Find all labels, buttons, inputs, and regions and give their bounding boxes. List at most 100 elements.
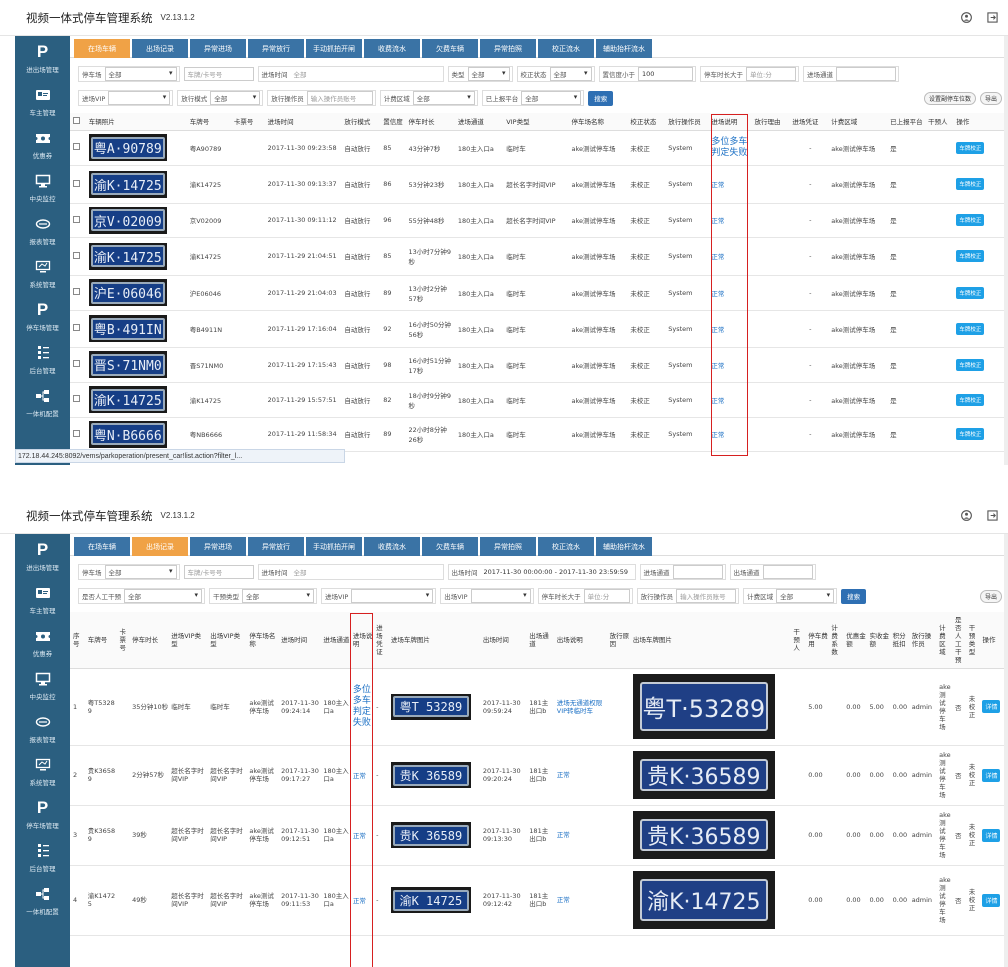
plate-correct-button[interactable]: 车牌校正 <box>956 214 985 226</box>
entry-note-link[interactable]: 正常 <box>711 397 724 405</box>
entry-note-link[interactable]: 正常 <box>711 326 724 334</box>
plate-correct-button[interactable]: 车牌校正 <box>956 286 985 299</box>
sidebar-item-system[interactable]: 系统管理 <box>15 749 70 792</box>
table-row[interactable]: 晋S·71NM0 晋S71NM0 2017-11-29 17:15:43 自动放行 98… <box>70 347 1004 383</box>
table-row[interactable]: 粤A·90789 粤A90789 2017-11-30 09:23:58 自动放行 85… <box>70 130 1004 166</box>
detail-button[interactable]: 详情 <box>982 700 1001 713</box>
exit-time-input[interactable]: 2017-11-30 00:00:00 - 2017-11-30 23:59:5… <box>480 565 633 579</box>
entry-time-input[interactable]: 全部 <box>290 67 441 81</box>
tab-abnormal-entry[interactable]: 异常进场 <box>190 537 246 556</box>
plate-photo[interactable]: 粤B·491IN <box>88 315 167 342</box>
gate-in-input[interactable] <box>672 565 723 579</box>
sidebar-item-device[interactable]: 一体机配置 <box>15 380 70 423</box>
entry-note-link[interactable]: 正常 <box>353 897 366 905</box>
duration-input[interactable]: 单位:分 <box>583 589 630 603</box>
plate-photo[interactable]: 渝K·14725 <box>88 242 167 270</box>
table-row[interactable]: 渝K·14725 渝K14725 2017-11-30 09:13:37 自动放行 86… <box>70 165 1004 204</box>
entry-plate-photo[interactable]: 粤T 53289 <box>390 693 471 720</box>
entry-plate-photo[interactable]: 渝K 14725 <box>390 887 471 913</box>
sidebar-item-entry-exit[interactable]: P 进出场管理 <box>15 36 70 79</box>
entry-note-link[interactable]: 正常 <box>353 772 366 780</box>
plate-correct-button[interactable]: 车牌校正 <box>956 358 985 371</box>
plate-photo[interactable]: 沪E·06046 <box>88 279 167 306</box>
tab-abnormal-photo[interactable]: 异常拍照 <box>480 537 536 556</box>
tab-abnormal-release[interactable]: 异常放行 <box>248 537 304 556</box>
table-row[interactable]: 渝K·14725 渝K14725 2017-11-29 21:04:51 自动放行 85… <box>70 237 1004 276</box>
sidebar-item-parking-lot[interactable]: P 停车场管理 <box>15 294 70 337</box>
detail-button[interactable]: 详情 <box>982 828 1001 842</box>
tab-present-cars[interactable]: 在场车辆 <box>74 537 130 556</box>
plate-correct-button[interactable]: 车牌校正 <box>956 178 985 190</box>
exit-plate-photo[interactable]: 渝K·14725 <box>632 871 775 929</box>
entry-note-link[interactable]: 多位多车判定失败 <box>353 685 371 728</box>
table-row[interactable]: 3 贵K36589 39秒 超长名字时间VIP 超长名字时间VIP ake测试停车场 201… <box>70 805 1004 866</box>
sidebar-item-backend[interactable]: 后台管理 <box>15 835 70 878</box>
logout-icon[interactable] <box>986 509 998 521</box>
row-checkbox[interactable] <box>73 360 80 367</box>
sidebar-item-report[interactable]: 报表管理 <box>15 208 70 251</box>
user-icon[interactable] <box>960 11 972 23</box>
set-spaces-button[interactable]: 设置副停车位数 <box>923 91 976 105</box>
tab-abnormal-release[interactable]: 异常放行 <box>248 39 304 58</box>
search-button[interactable]: 搜索 <box>588 90 614 106</box>
plate-photo[interactable]: 晋S·71NM0 <box>88 351 167 378</box>
itype-select[interactable]: 全部 <box>242 589 314 603</box>
entry-plate-photo[interactable]: 贵K 36589 <box>390 822 471 848</box>
plate-photo[interactable]: 粤A·90789 <box>88 134 167 161</box>
plate-photo[interactable]: 粤N·B6666 <box>88 420 167 448</box>
scrollbar[interactable] <box>1004 36 1008 465</box>
parking-lot-select[interactable]: 全部 <box>104 565 177 579</box>
sidebar-item-entry-exit[interactable]: P 进出场管理 <box>15 534 70 577</box>
entry-note-link[interactable]: 正常 <box>711 431 724 439</box>
table-row[interactable]: 粤N·B6666 粤NB6666 2017-11-29 11:58:34 自动放行 89… <box>70 417 1004 452</box>
tab-abnormal-photo[interactable]: 异常拍照 <box>480 39 536 58</box>
correct-select[interactable]: 全部 <box>549 67 592 81</box>
tab-present-cars[interactable]: 在场车辆 <box>74 39 130 58</box>
row-checkbox[interactable] <box>73 215 80 223</box>
sidebar-item-owner[interactable]: 车主管理 <box>15 79 70 122</box>
table-row[interactable]: 京V·02009 京V02009 2017-11-30 09:11:12 自动放行 96… <box>70 203 1004 238</box>
plate-correct-button[interactable]: 车牌校正 <box>956 250 985 262</box>
row-checkbox[interactable] <box>73 395 80 402</box>
entry-note-link[interactable]: 正常 <box>353 832 366 840</box>
billing-select[interactable]: 全部 <box>776 589 835 603</box>
sidebar-item-monitor[interactable]: 中央监控 <box>15 663 70 706</box>
detail-button[interactable]: 详情 <box>982 768 1001 782</box>
gate-out-input[interactable] <box>762 565 813 579</box>
plate-correct-button[interactable]: 车牌校正 <box>956 428 985 440</box>
tab-manual-open[interactable]: 手动抓拍开闸 <box>306 537 362 556</box>
table-row[interactable]: 渝K·14725 渝K14725 2017-11-29 15:57:51 自动放行 82… <box>70 382 1004 418</box>
sidebar-item-coupon[interactable]: 优惠券 <box>15 122 70 165</box>
table-row[interactable]: 4 渝K14725 49秒 超长名字时间VIP 超长名字时间VIP ake测试停车场 201… <box>70 865 1004 936</box>
plate-correct-button[interactable]: 车牌校正 <box>956 141 985 154</box>
sidebar-item-owner[interactable]: 车主管理 <box>15 577 70 620</box>
row-checkbox[interactable] <box>73 324 80 331</box>
row-checkbox[interactable] <box>73 179 80 187</box>
entry-note-link[interactable]: 正常 <box>711 181 724 189</box>
export-button[interactable]: 导出 <box>979 91 1002 105</box>
tab-exit-records[interactable]: 出场记录 <box>132 537 188 556</box>
sidebar-item-parking-lot[interactable]: P 停车场管理 <box>15 792 70 835</box>
entry-note-link[interactable]: 多位多车判定失败 <box>711 137 747 158</box>
entry-plate-photo[interactable]: 贵K 36589 <box>390 762 471 788</box>
select-all-checkbox[interactable] <box>73 116 80 124</box>
table-row[interactable]: 2 贵K36589 2分钟57秒 超长名字时间VIP 超长名字时间VIP ake测试停车场… <box>70 745 1004 806</box>
table-row[interactable]: 沪E·06046 沪E06046 2017-11-29 21:04:03 自动放行 89… <box>70 275 1004 311</box>
sidebar-item-backend[interactable]: 后台管理 <box>15 337 70 380</box>
row-checkbox[interactable] <box>73 429 80 437</box>
tab-manual-open[interactable]: 手动抓拍开闸 <box>306 39 362 58</box>
manual-select[interactable]: 全部 <box>124 589 202 603</box>
vip-select[interactable] <box>108 91 171 105</box>
tab-exit-records[interactable]: 出场记录 <box>132 39 188 58</box>
sidebar-item-monitor[interactable]: 中央监控 <box>15 165 70 208</box>
conf-input[interactable]: 100 <box>638 67 693 81</box>
plate-photo[interactable]: 渝K·14725 <box>88 386 167 413</box>
operator-input[interactable]: 输入操作员账号 <box>676 589 737 603</box>
plate-input[interactable]: 车牌/卡号号 <box>183 67 254 81</box>
uploaded-select[interactable]: 全部 <box>521 91 582 105</box>
export-button[interactable]: 导出 <box>979 589 1002 603</box>
sidebar-item-device[interactable]: 一体机配置 <box>15 878 70 921</box>
plate-photo[interactable]: 渝K·14725 <box>88 170 167 198</box>
exit-plate-photo[interactable]: 粤T·53289 <box>632 674 775 739</box>
user-icon[interactable] <box>960 509 972 521</box>
